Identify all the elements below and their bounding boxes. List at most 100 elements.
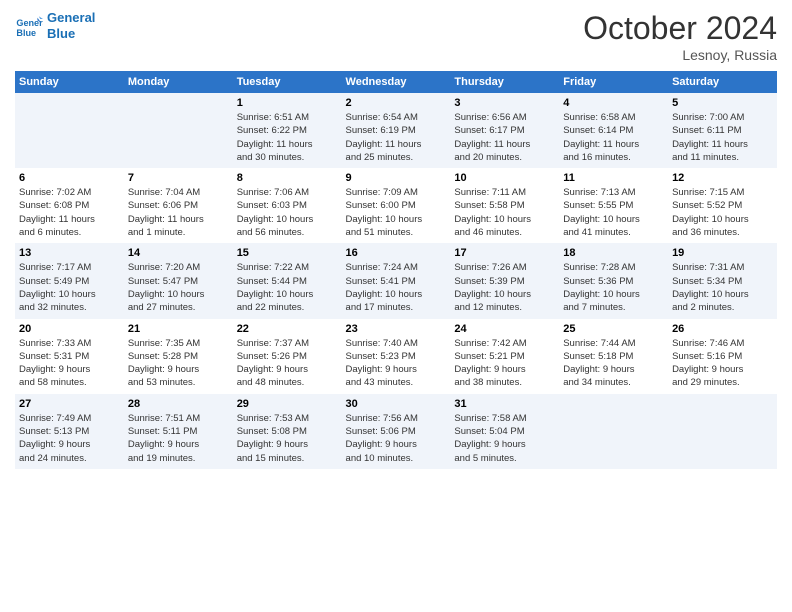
calendar-cell: 11 Sunrise: 7:13 AM Sunset: 5:55 PM Dayli… bbox=[559, 168, 668, 243]
day-content: Sunrise: 7:42 AM Sunset: 5:21 PM Dayligh… bbox=[454, 337, 555, 390]
day-number: 14 bbox=[128, 247, 229, 259]
weekday-header: Monday bbox=[124, 71, 233, 93]
weekday-header: Sunday bbox=[15, 71, 124, 93]
weekday-header: Friday bbox=[559, 71, 668, 93]
day-number: 20 bbox=[19, 323, 120, 335]
calendar-cell: 24 Sunrise: 7:42 AM Sunset: 5:21 PM Dayli… bbox=[450, 319, 559, 394]
calendar-cell: 4 Sunrise: 6:58 AM Sunset: 6:14 PM Daylig… bbox=[559, 93, 668, 168]
calendar-cell: 25Sunrise: 7:44 AM Sunset: 5:18 PM Dayli… bbox=[559, 319, 668, 394]
calendar-week-row: 1 Sunrise: 6:51 AM Sunset: 6:22 PM Daylig… bbox=[15, 93, 777, 168]
day-content: Sunrise: 7:28 AM Sunset: 5:36 PM Dayligh… bbox=[563, 261, 664, 314]
day-number: 29 bbox=[237, 398, 338, 410]
calendar-week-row: 6 Sunrise: 7:02 AM Sunset: 6:08 PM Daylig… bbox=[15, 168, 777, 243]
calendar-cell: 12 Sunrise: 7:15 AM Sunset: 5:52 PM Dayli… bbox=[668, 168, 777, 243]
calendar-cell: 17 Sunrise: 7:26 AM Sunset: 5:39 PM Dayli… bbox=[450, 243, 559, 318]
day-number: 31 bbox=[454, 398, 555, 410]
day-content: Sunrise: 7:26 AM Sunset: 5:39 PM Dayligh… bbox=[454, 261, 555, 314]
calendar-cell: 2 Sunrise: 6:54 AM Sunset: 6:19 PM Daylig… bbox=[342, 93, 451, 168]
calendar-cell: 21 Sunrise: 7:35 AM Sunset: 5:28 PM Dayli… bbox=[124, 319, 233, 394]
calendar-table: SundayMondayTuesdayWednesdayThursdayFrid… bbox=[15, 71, 777, 469]
calendar-cell: 18Sunrise: 7:28 AM Sunset: 5:36 PM Dayli… bbox=[559, 243, 668, 318]
month-title: October 2024 bbox=[583, 10, 777, 47]
day-number: 1 bbox=[237, 97, 338, 109]
calendar-cell: 28 Sunrise: 7:51 AM Sunset: 5:11 PM Dayli… bbox=[124, 394, 233, 469]
day-content: Sunrise: 6:58 AM Sunset: 6:14 PM Dayligh… bbox=[563, 111, 664, 164]
logo-text: GeneralBlue bbox=[47, 10, 95, 41]
day-content: Sunrise: 7:09 AM Sunset: 6:00 PM Dayligh… bbox=[346, 186, 447, 239]
weekday-header: Thursday bbox=[450, 71, 559, 93]
calendar-cell bbox=[559, 394, 668, 469]
day-content: Sunrise: 7:56 AM Sunset: 5:06 PM Dayligh… bbox=[346, 412, 447, 465]
page-header: General Blue GeneralBlue October 2024 Le… bbox=[15, 10, 777, 63]
day-content: Sunrise: 7:46 AM Sunset: 5:16 PM Dayligh… bbox=[672, 337, 773, 390]
title-block: October 2024 Lesnoy, Russia bbox=[583, 10, 777, 63]
day-number: 27 bbox=[19, 398, 120, 410]
calendar-cell: 19 Sunrise: 7:31 AM Sunset: 5:34 PM Dayli… bbox=[668, 243, 777, 318]
day-number: 4 bbox=[563, 97, 664, 109]
weekday-header: Wednesday bbox=[342, 71, 451, 93]
day-content: Sunrise: 6:54 AM Sunset: 6:19 PM Dayligh… bbox=[346, 111, 447, 164]
calendar-cell bbox=[668, 394, 777, 469]
calendar-cell: 7 Sunrise: 7:04 AM Sunset: 6:06 PM Daylig… bbox=[124, 168, 233, 243]
day-number: 26 bbox=[672, 323, 773, 335]
day-content: Sunrise: 7:15 AM Sunset: 5:52 PM Dayligh… bbox=[672, 186, 773, 239]
day-number: 11 bbox=[563, 172, 664, 184]
calendar-cell: 27 Sunrise: 7:49 AM Sunset: 5:13 PM Dayli… bbox=[15, 394, 124, 469]
day-number: 12 bbox=[672, 172, 773, 184]
day-number: 5 bbox=[672, 97, 773, 109]
calendar-cell: 15 Sunrise: 7:22 AM Sunset: 5:44 PM Dayli… bbox=[233, 243, 342, 318]
calendar-cell: 13Sunrise: 7:17 AM Sunset: 5:49 PM Dayli… bbox=[15, 243, 124, 318]
day-content: Sunrise: 7:49 AM Sunset: 5:13 PM Dayligh… bbox=[19, 412, 120, 465]
calendar-cell: 6 Sunrise: 7:02 AM Sunset: 6:08 PM Daylig… bbox=[15, 168, 124, 243]
day-number: 24 bbox=[454, 323, 555, 335]
day-content: Sunrise: 7:58 AM Sunset: 5:04 PM Dayligh… bbox=[454, 412, 555, 465]
svg-text:Blue: Blue bbox=[16, 27, 36, 37]
day-number: 28 bbox=[128, 398, 229, 410]
day-number: 30 bbox=[346, 398, 447, 410]
day-number: 9 bbox=[346, 172, 447, 184]
day-number: 21 bbox=[128, 323, 229, 335]
day-content: Sunrise: 7:13 AM Sunset: 5:55 PM Dayligh… bbox=[563, 186, 664, 239]
day-content: Sunrise: 7:00 AM Sunset: 6:11 PM Dayligh… bbox=[672, 111, 773, 164]
logo-icon: General Blue bbox=[15, 12, 43, 40]
day-content: Sunrise: 7:51 AM Sunset: 5:11 PM Dayligh… bbox=[128, 412, 229, 465]
weekday-header: Saturday bbox=[668, 71, 777, 93]
day-number: 15 bbox=[237, 247, 338, 259]
day-number: 22 bbox=[237, 323, 338, 335]
day-content: Sunrise: 7:22 AM Sunset: 5:44 PM Dayligh… bbox=[237, 261, 338, 314]
day-number: 17 bbox=[454, 247, 555, 259]
calendar-cell: 30 Sunrise: 7:56 AM Sunset: 5:06 PM Dayli… bbox=[342, 394, 451, 469]
day-content: Sunrise: 7:35 AM Sunset: 5:28 PM Dayligh… bbox=[128, 337, 229, 390]
day-number: 2 bbox=[346, 97, 447, 109]
calendar-cell: 9 Sunrise: 7:09 AM Sunset: 6:00 PM Daylig… bbox=[342, 168, 451, 243]
calendar-cell: 5 Sunrise: 7:00 AM Sunset: 6:11 PM Daylig… bbox=[668, 93, 777, 168]
day-content: Sunrise: 6:51 AM Sunset: 6:22 PM Dayligh… bbox=[237, 111, 338, 164]
day-content: Sunrise: 7:06 AM Sunset: 6:03 PM Dayligh… bbox=[237, 186, 338, 239]
day-content: Sunrise: 7:53 AM Sunset: 5:08 PM Dayligh… bbox=[237, 412, 338, 465]
svg-text:General: General bbox=[16, 18, 43, 28]
calendar-cell: 29 Sunrise: 7:53 AM Sunset: 5:08 PM Dayli… bbox=[233, 394, 342, 469]
day-content: Sunrise: 7:33 AM Sunset: 5:31 PM Dayligh… bbox=[19, 337, 120, 390]
day-content: Sunrise: 7:44 AM Sunset: 5:18 PM Dayligh… bbox=[563, 337, 664, 390]
calendar-cell: 23Sunrise: 7:40 AM Sunset: 5:23 PM Dayli… bbox=[342, 319, 451, 394]
calendar-cell: 10Sunrise: 7:11 AM Sunset: 5:58 PM Dayli… bbox=[450, 168, 559, 243]
day-number: 7 bbox=[128, 172, 229, 184]
calendar-cell: 1 Sunrise: 6:51 AM Sunset: 6:22 PM Daylig… bbox=[233, 93, 342, 168]
calendar-cell: 26 Sunrise: 7:46 AM Sunset: 5:16 PM Dayli… bbox=[668, 319, 777, 394]
day-content: Sunrise: 7:31 AM Sunset: 5:34 PM Dayligh… bbox=[672, 261, 773, 314]
day-number: 19 bbox=[672, 247, 773, 259]
day-number: 6 bbox=[19, 172, 120, 184]
calendar-cell: 22Sunrise: 7:37 AM Sunset: 5:26 PM Dayli… bbox=[233, 319, 342, 394]
day-content: Sunrise: 7:20 AM Sunset: 5:47 PM Dayligh… bbox=[128, 261, 229, 314]
day-content: Sunrise: 6:56 AM Sunset: 6:17 PM Dayligh… bbox=[454, 111, 555, 164]
calendar-cell: 3 Sunrise: 6:56 AM Sunset: 6:17 PM Daylig… bbox=[450, 93, 559, 168]
location: Lesnoy, Russia bbox=[583, 47, 777, 63]
calendar-cell: 8 Sunrise: 7:06 AM Sunset: 6:03 PM Daylig… bbox=[233, 168, 342, 243]
day-number: 3 bbox=[454, 97, 555, 109]
day-number: 10 bbox=[454, 172, 555, 184]
day-content: Sunrise: 7:40 AM Sunset: 5:23 PM Dayligh… bbox=[346, 337, 447, 390]
day-number: 8 bbox=[237, 172, 338, 184]
weekday-header-row: SundayMondayTuesdayWednesdayThursdayFrid… bbox=[15, 71, 777, 93]
day-content: Sunrise: 7:02 AM Sunset: 6:08 PM Dayligh… bbox=[19, 186, 120, 239]
day-content: Sunrise: 7:04 AM Sunset: 6:06 PM Dayligh… bbox=[128, 186, 229, 239]
